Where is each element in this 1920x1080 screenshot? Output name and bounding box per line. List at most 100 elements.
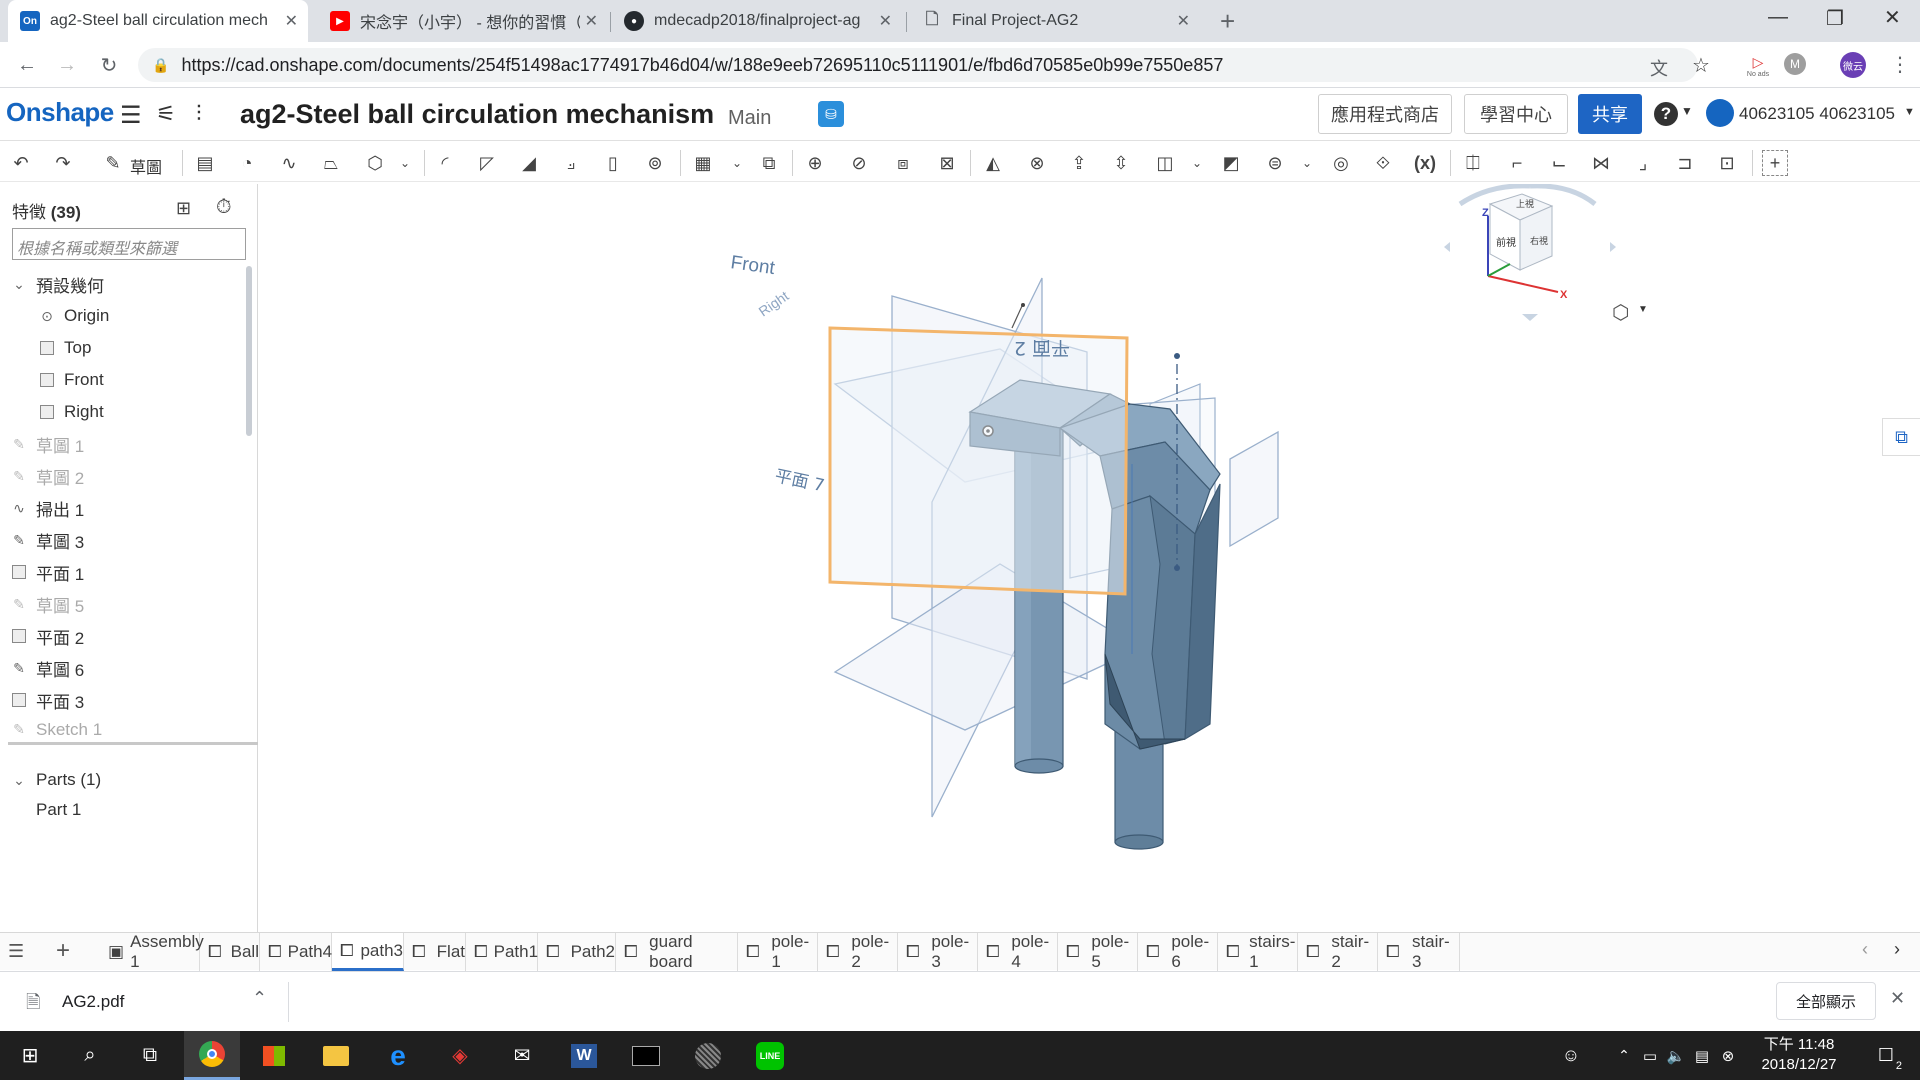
appearance-panel-icon[interactable]: ⧉: [1882, 418, 1920, 456]
user-avatar-icon[interactable]: [1706, 99, 1734, 127]
share-button[interactable]: 共享: [1578, 94, 1642, 134]
add-custom-feature-icon[interactable]: +: [1762, 150, 1788, 176]
network-icon[interactable]: ▤: [1690, 1031, 1714, 1080]
help-icon[interactable]: ?: [1654, 102, 1678, 126]
form-icon[interactable]: ⋈: [1588, 150, 1614, 176]
new-tab-button[interactable]: +: [1220, 6, 1235, 37]
feature-filter-input[interactable]: 根據名稱或類型來篩選: [12, 228, 246, 260]
people-icon[interactable]: ☺: [1556, 1031, 1586, 1080]
shell-icon[interactable]: ▯: [600, 150, 626, 176]
red-app-icon[interactable]: ◈: [432, 1031, 488, 1080]
add-element-icon[interactable]: +: [56, 937, 70, 965]
action-center-icon[interactable]: ☐ 2: [1866, 1031, 1906, 1080]
tab-manager-icon[interactable]: ☰: [8, 941, 24, 962]
sweep-icon[interactable]: ∿: [276, 150, 302, 176]
task-view-icon[interactable]: ⧉: [122, 1031, 178, 1080]
mate-connector-icon[interactable]: ⊜: [1262, 150, 1288, 176]
element-tab[interactable]: ⧠ path3: [332, 933, 404, 971]
element-tab[interactable]: ⧠ pole-3: [898, 932, 978, 971]
replace-face-icon[interactable]: ⇳: [1108, 150, 1134, 176]
move-face-icon[interactable]: ⇪: [1066, 150, 1092, 176]
hole-icon[interactable]: ⊚: [642, 150, 668, 176]
feature-item[interactable]: ∿ 掃出 1: [10, 492, 256, 524]
add-folder-icon[interactable]: ⊞: [176, 198, 191, 219]
redo-icon[interactable]: ↷: [50, 150, 76, 176]
forward-icon[interactable]: →: [52, 50, 82, 80]
parts-group[interactable]: ⌄ Parts (1): [10, 764, 256, 796]
onshape-logo[interactable]: Onshape: [6, 97, 114, 128]
word-icon[interactable]: W: [556, 1031, 612, 1080]
mirror-icon[interactable]: ⧉: [756, 150, 782, 176]
reload-icon[interactable]: ↻: [94, 50, 124, 80]
sheet-metal-icon[interactable]: ⎅: [1460, 150, 1486, 176]
boolean-icon[interactable]: ⊕: [802, 150, 828, 176]
extrude-icon[interactable]: ▤: [192, 150, 218, 176]
profile-avatar[interactable]: 微云: [1840, 52, 1866, 78]
element-tab[interactable]: ⧠ Path1: [466, 933, 538, 971]
edge-icon[interactable]: e: [370, 1031, 426, 1080]
chamfer-icon[interactable]: ◸: [474, 150, 500, 176]
graphics-viewport[interactable]: Front Right 平面 2 平面 7 上視 前視 右視 Z X ⬡ ▼ ⧉: [260, 183, 1920, 932]
bookmark-star-icon[interactable]: ☆: [1692, 53, 1710, 78]
element-tab[interactable]: ⧠ stair-3: [1378, 932, 1460, 971]
delete-part-icon[interactable]: ⊠: [934, 150, 960, 176]
feature-item[interactable]: ✎ Sketch 1: [10, 714, 256, 738]
chevron-down-icon[interactable]: ⌄: [724, 150, 750, 176]
element-tab[interactable]: ⧠ Path2: [538, 933, 616, 971]
mail-icon[interactable]: ✉: [494, 1031, 550, 1080]
rib-icon[interactable]: ⟓: [558, 150, 584, 176]
feature-item[interactable]: 平面 1: [10, 556, 256, 588]
element-tab[interactable]: ⧠ stair-2: [1298, 932, 1378, 971]
minimize-window-icon[interactable]: —: [1768, 6, 1788, 29]
element-tab[interactable]: ⧠ pole-1: [738, 932, 818, 971]
element-tab[interactable]: ▣ Assembly 1: [100, 932, 204, 971]
modify-fillet-icon[interactable]: ◭: [980, 150, 1006, 176]
feature-item[interactable]: 平面 3: [10, 684, 256, 716]
close-window-icon[interactable]: ✕: [1884, 5, 1901, 30]
element-tab[interactable]: ⧠ pole-6: [1138, 932, 1218, 971]
translate-icon[interactable]: ⽂: [1650, 55, 1668, 81]
chevron-down-icon[interactable]: ⌄: [10, 275, 28, 293]
delete-face-icon[interactable]: ⊗: [1024, 150, 1050, 176]
chevron-down-icon[interactable]: ⌄: [10, 771, 28, 789]
feature-item[interactable]: ✎ 草圖 3: [10, 524, 256, 556]
search-icon[interactable]: ⌕: [62, 1031, 118, 1080]
feature-front-plane[interactable]: Front: [38, 364, 284, 396]
download-filename[interactable]: AG2.pdf: [62, 992, 124, 1012]
flange-icon[interactable]: ⌐: [1504, 150, 1530, 176]
fillet-icon[interactable]: ◜: [432, 150, 458, 176]
default-geometry-group[interactable]: ⌄ 預設幾何: [10, 268, 256, 300]
linear-pattern-icon[interactable]: ▦: [690, 150, 716, 176]
close-tab-icon[interactable]: ✕: [1177, 11, 1190, 31]
versions-graph-icon[interactable]: ⛁: [818, 101, 844, 127]
chevron-down-icon[interactable]: ⌄: [1294, 150, 1320, 176]
close-tab-icon[interactable]: ✕: [879, 11, 892, 31]
hamburger-menu-icon[interactable]: ☰: [120, 101, 142, 130]
browser-tab-github[interactable]: ● mdecadp2018/finalproject-ag ✕: [612, 0, 902, 42]
panel-splitter[interactable]: [8, 742, 258, 745]
element-tab[interactable]: ⧠ Ball: [200, 933, 260, 971]
chevron-down-icon[interactable]: ▼: [1638, 304, 1648, 315]
feature-item[interactable]: ✎ 草圖 6: [10, 652, 256, 684]
rollback-timer-icon[interactable]: ⏱: [216, 196, 232, 219]
browser-tab-document[interactable]: 🗋 Final Project-AG2 ✕: [910, 0, 1200, 42]
close-tab-icon[interactable]: ✕: [285, 11, 298, 31]
element-tab[interactable]: ⧠ Flat: [404, 933, 466, 971]
element-tab[interactable]: ⧠ Path4: [260, 933, 332, 971]
corner-icon[interactable]: ⌟: [1630, 150, 1656, 176]
show-all-button[interactable]: 全部顯示: [1776, 982, 1876, 1020]
close-tab-icon[interactable]: ✕: [585, 11, 598, 31]
tab-icon[interactable]: ⌙: [1546, 150, 1572, 176]
bend-relief-icon[interactable]: ⊐: [1672, 150, 1698, 176]
extension-m-icon[interactable]: M: [1784, 53, 1806, 75]
system-clock[interactable]: 下午 11:48 2018/12/27: [1754, 1035, 1844, 1075]
revolve-icon[interactable]: ◔: [234, 150, 260, 176]
chevron-down-icon[interactable]: ⌄: [1184, 150, 1210, 176]
terminal-icon[interactable]: [618, 1031, 674, 1080]
feature-item[interactable]: ✎ 草圖 1: [10, 428, 256, 460]
undo-icon[interactable]: ↶: [8, 150, 34, 176]
browser-tab-onshape[interactable]: On ag2-Steel ball circulation mech ✕: [8, 0, 308, 42]
element-tab[interactable]: ⧠ pole-4: [978, 932, 1058, 971]
transform-icon[interactable]: ⧈: [890, 150, 916, 176]
part-item[interactable]: Part 1: [36, 794, 282, 826]
